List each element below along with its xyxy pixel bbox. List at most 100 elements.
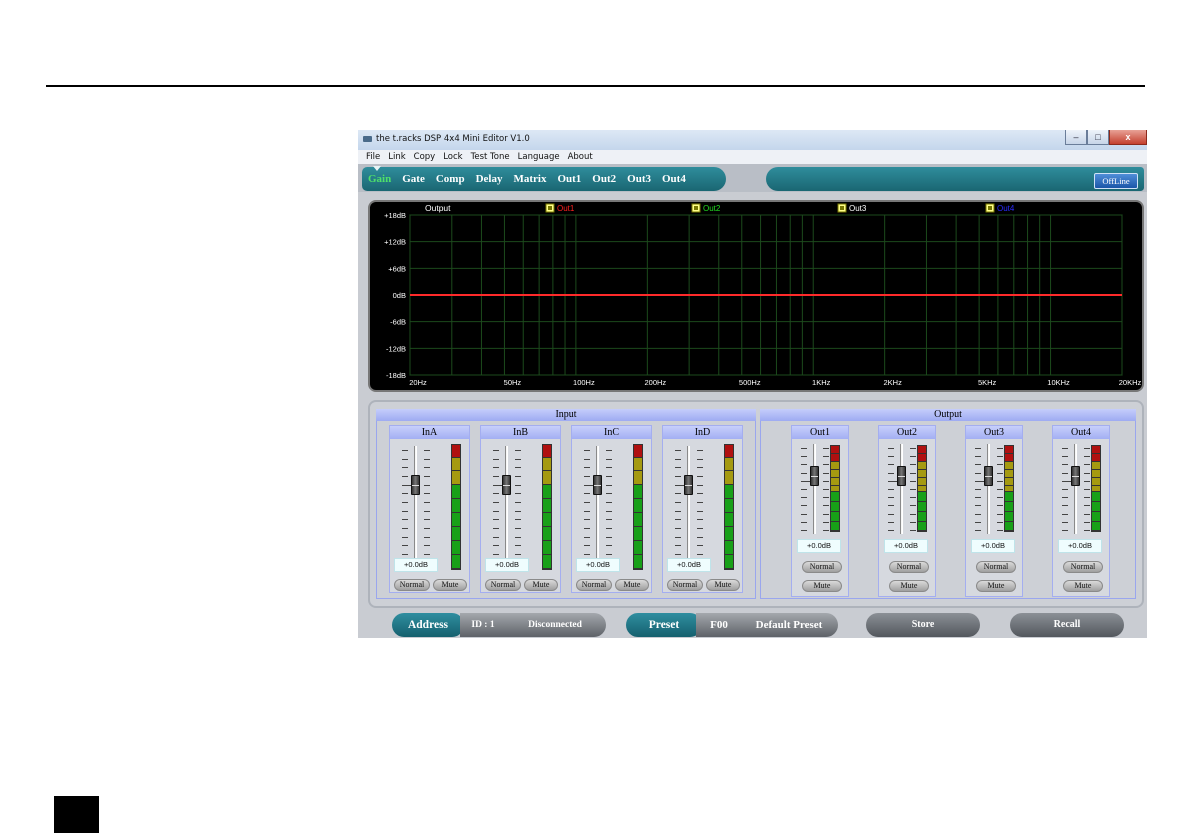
tab-gain[interactable]: Gain	[368, 166, 391, 185]
menu-lock[interactable]: Lock	[443, 152, 462, 162]
gain-value[interactable]: +0.0dB	[667, 558, 711, 572]
meter-segment	[1092, 492, 1100, 502]
fader-tick	[493, 511, 499, 512]
mute-button[interactable]: Mute	[889, 580, 929, 592]
maximize-button[interactable]: □	[1087, 130, 1109, 145]
fader-tick	[402, 476, 408, 477]
menu-about[interactable]: About	[568, 152, 593, 162]
tab-out1[interactable]: Out1	[557, 173, 581, 185]
normal-button[interactable]: Normal	[802, 561, 842, 573]
gain-value[interactable]: +0.0dB	[1058, 539, 1102, 553]
meter-segment	[725, 527, 733, 541]
tab-out2[interactable]: Out2	[592, 173, 616, 185]
tab-comp[interactable]: Comp	[436, 173, 465, 185]
meter-segment	[452, 499, 460, 513]
fader-knob[interactable]	[1071, 466, 1080, 486]
mute-button[interactable]: Mute	[976, 580, 1016, 592]
fader-knob[interactable]	[684, 475, 693, 495]
fader-track[interactable]	[1074, 444, 1077, 534]
preset-number: F00	[696, 613, 742, 637]
recall-button[interactable]: Recall	[1010, 613, 1124, 637]
level-meter	[724, 444, 734, 570]
menu-link[interactable]: Link	[388, 152, 405, 162]
fader-track[interactable]	[687, 446, 690, 558]
fader-tick	[997, 448, 1003, 449]
mute-button[interactable]: Mute	[802, 580, 842, 592]
gain-value[interactable]: +0.0dB	[576, 558, 620, 572]
normal-button[interactable]: Normal	[394, 579, 430, 591]
normal-button[interactable]: Normal	[667, 579, 703, 591]
fader-tick	[801, 473, 807, 474]
fader-tick	[402, 519, 408, 520]
fader-track[interactable]	[414, 446, 417, 558]
store-button[interactable]: Store	[866, 613, 980, 637]
fader-tick	[675, 450, 681, 451]
mute-button[interactable]: Mute	[615, 579, 649, 591]
tab-matrix[interactable]: Matrix	[513, 173, 546, 185]
fader-tick	[888, 514, 894, 515]
fader-tick	[493, 493, 499, 494]
gain-value[interactable]: +0.0dB	[485, 558, 529, 572]
tab-out4[interactable]: Out4	[662, 173, 686, 185]
normal-button[interactable]: Normal	[889, 561, 929, 573]
fader-knob[interactable]	[411, 475, 420, 495]
menu-language[interactable]: Language	[518, 152, 560, 162]
fader-track[interactable]	[596, 446, 599, 558]
offline-button[interactable]: OffLine	[1094, 173, 1138, 189]
title-bar[interactable]: the t.racks DSP 4x4 Mini Editor V1.0 – □…	[358, 130, 1147, 150]
meter-segment	[831, 512, 839, 522]
fader-knob[interactable]	[984, 466, 993, 486]
fader-tick	[424, 459, 430, 460]
mute-button[interactable]: Mute	[706, 579, 740, 591]
fader-track[interactable]	[900, 444, 903, 534]
meter-segment	[543, 513, 551, 527]
mute-button[interactable]: Mute	[524, 579, 558, 591]
page-header-rule	[46, 85, 1145, 87]
mute-button[interactable]: Mute	[1063, 580, 1103, 592]
fader-tick	[675, 528, 681, 529]
fader-track[interactable]	[505, 446, 508, 558]
gain-value[interactable]: +0.0dB	[797, 539, 841, 553]
normal-button[interactable]: Normal	[485, 579, 521, 591]
preset-button[interactable]: Preset	[626, 613, 702, 637]
meter-segment	[634, 445, 642, 458]
fader-knob[interactable]	[810, 466, 819, 486]
fader-tick	[402, 537, 408, 538]
fader-tick	[606, 519, 612, 520]
address-button[interactable]: Address	[392, 613, 464, 637]
menu-copy[interactable]: Copy	[414, 152, 436, 162]
fader-knob[interactable]	[502, 475, 511, 495]
fader-tick	[697, 511, 703, 512]
menu-test-tone[interactable]: Test Tone	[471, 152, 510, 162]
fader-tick	[675, 537, 681, 538]
normal-button[interactable]: Normal	[576, 579, 612, 591]
meter-segment	[918, 522, 926, 531]
tab-delay[interactable]: Delay	[476, 173, 503, 185]
normal-button[interactable]: Normal	[976, 561, 1016, 573]
mute-button[interactable]: Mute	[433, 579, 467, 591]
normal-button[interactable]: Normal	[1063, 561, 1103, 573]
tab-out3[interactable]: Out3	[627, 173, 651, 185]
fader-scale	[1062, 448, 1071, 531]
meter-segment	[831, 446, 839, 454]
minimize-button[interactable]: –	[1065, 130, 1087, 145]
fader-tick	[997, 497, 1003, 498]
fader-track[interactable]	[813, 444, 816, 534]
x-tick-label: 200Hz	[644, 378, 666, 387]
meter-segment	[452, 445, 460, 458]
fader-tick	[675, 545, 681, 546]
gain-value[interactable]: +0.0dB	[394, 558, 438, 572]
menu-file[interactable]: File	[366, 152, 380, 162]
fader-knob[interactable]	[897, 466, 906, 486]
fader-tick	[823, 522, 829, 523]
meter-segment	[1005, 512, 1013, 522]
fader-tick	[584, 554, 590, 555]
fader-tick	[424, 511, 430, 512]
gain-value[interactable]: +0.0dB	[884, 539, 928, 553]
fader-track[interactable]	[987, 444, 990, 534]
fader-knob[interactable]	[593, 475, 602, 495]
tab-gate[interactable]: Gate	[402, 173, 425, 185]
gain-value[interactable]: +0.0dB	[971, 539, 1015, 553]
close-button[interactable]: x	[1109, 130, 1147, 145]
fader-tick	[910, 522, 916, 523]
